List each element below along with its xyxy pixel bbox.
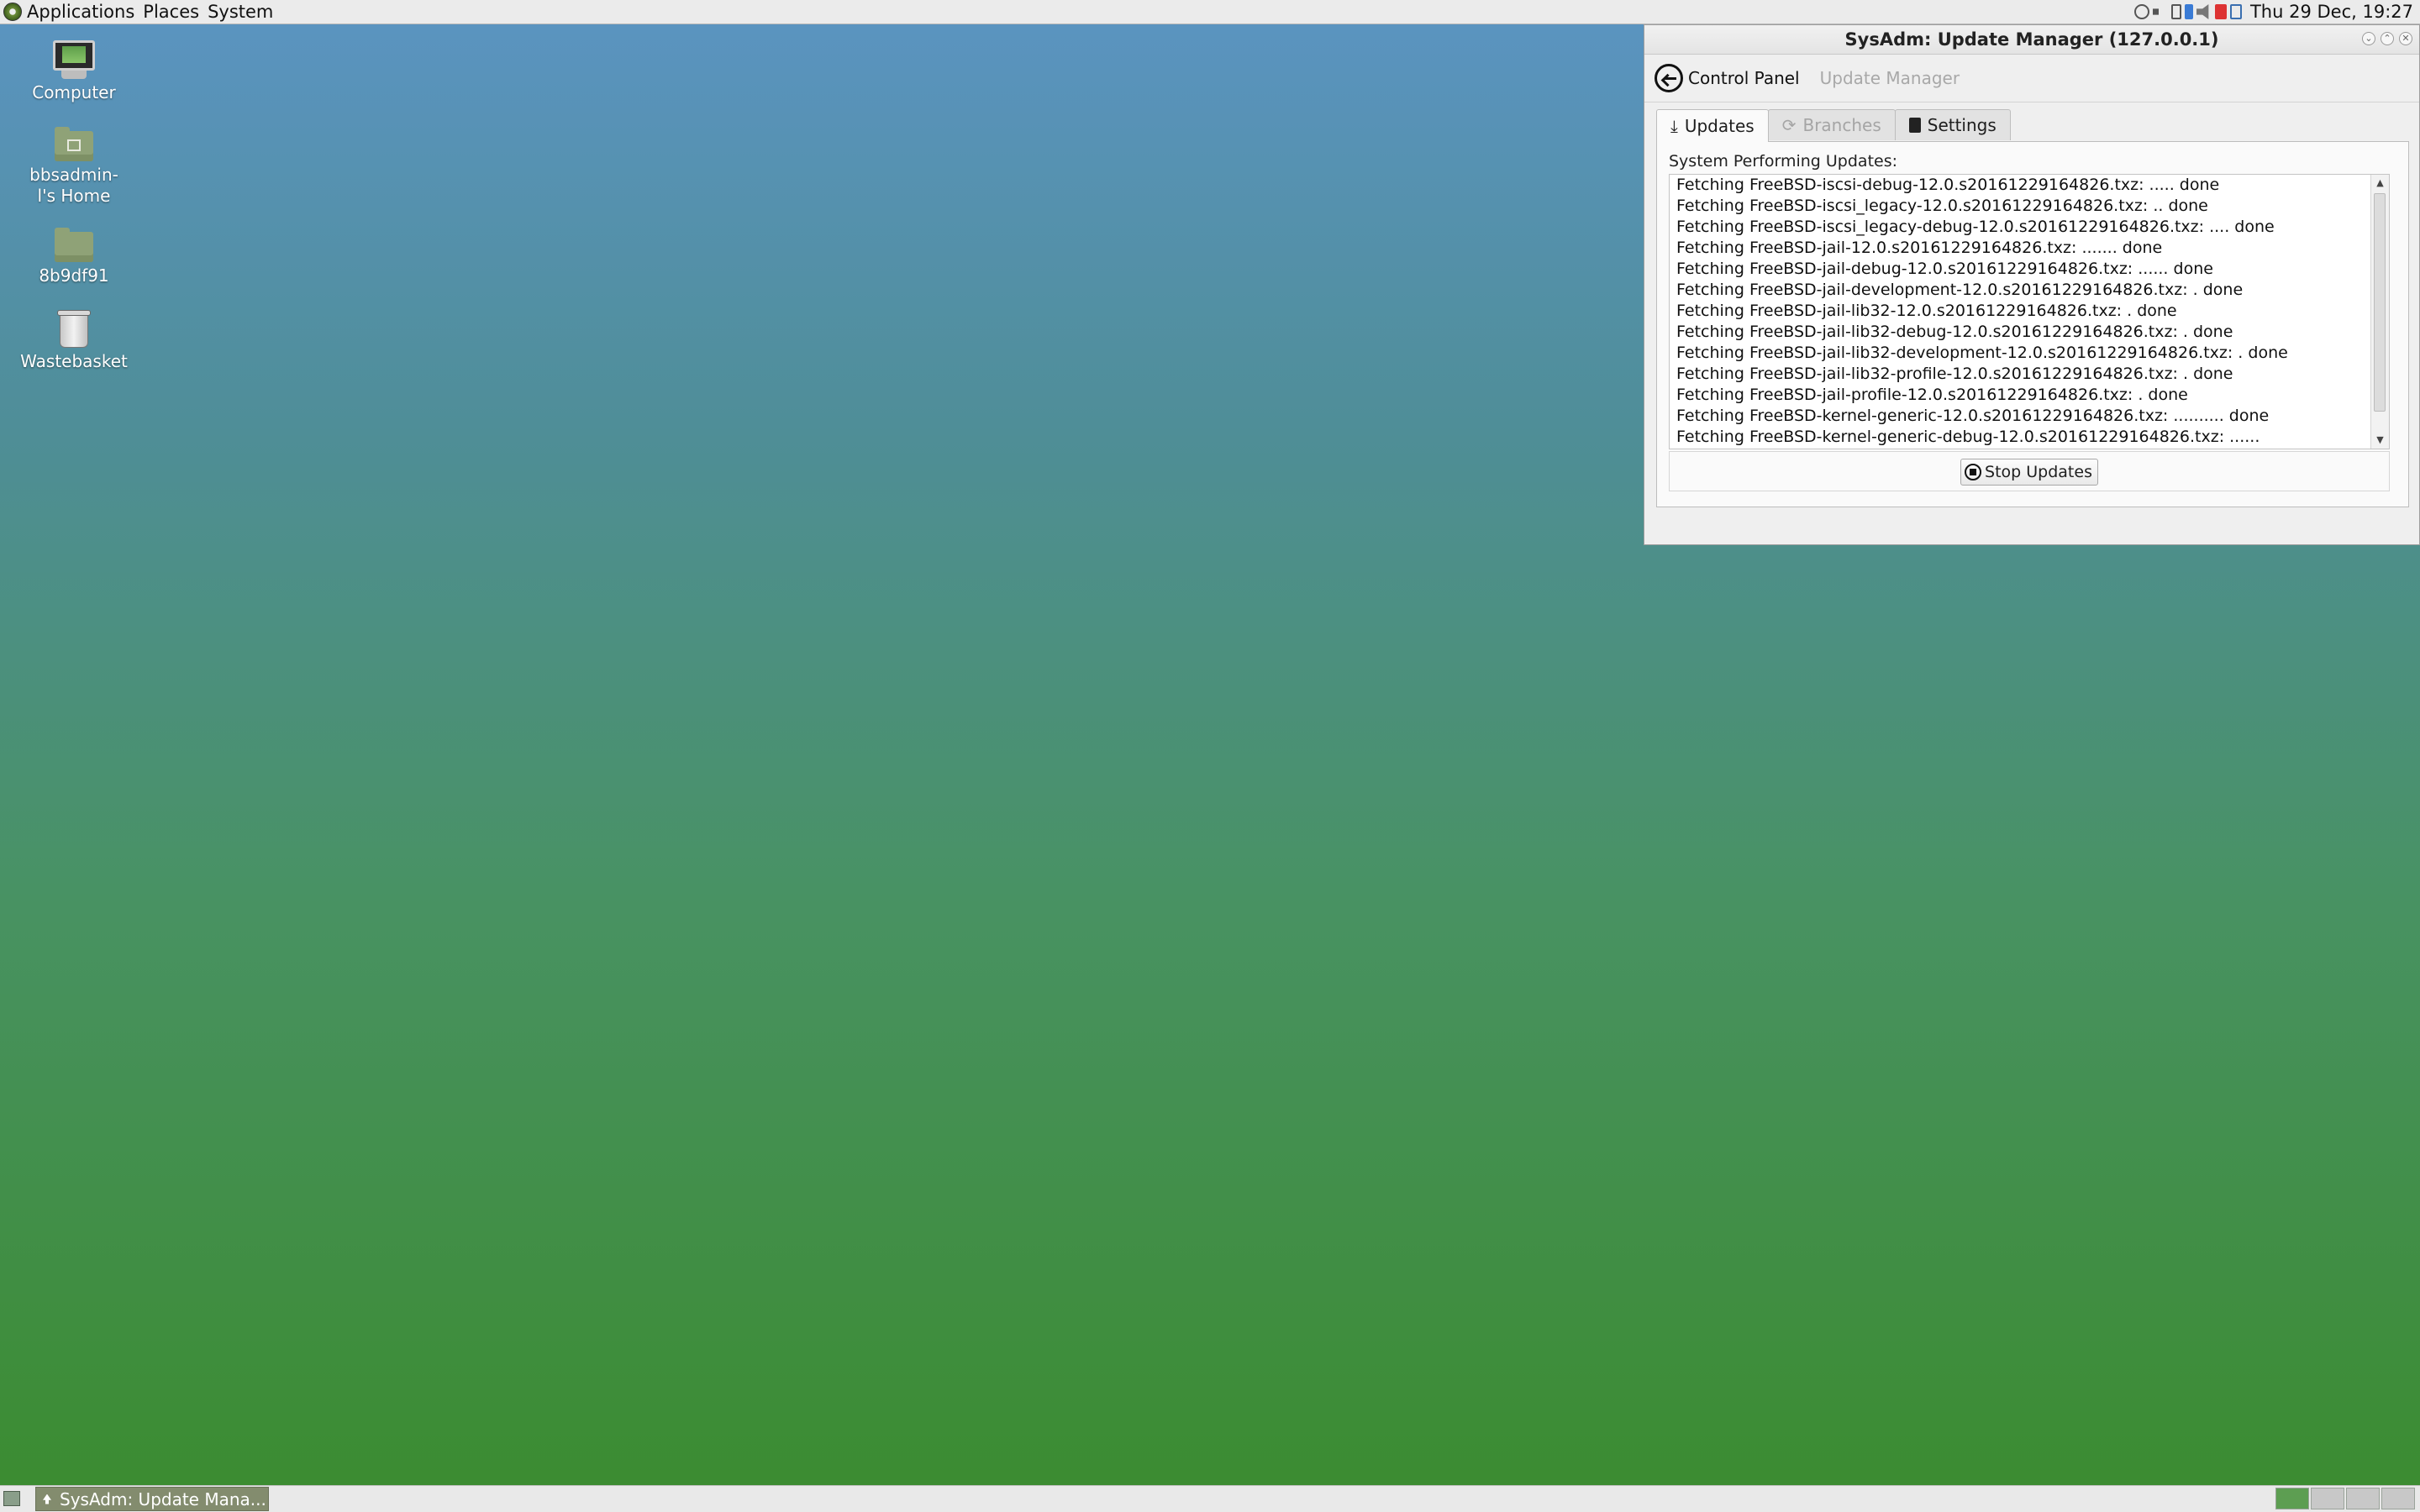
battery-icon[interactable]: [2170, 4, 2181, 19]
settings-icon: [1908, 118, 1921, 133]
tab-branches[interactable]: ⟳ Branches: [1767, 109, 1896, 140]
desktop-icon-home[interactable]: bbsadmin-l's Home: [15, 127, 133, 207]
show-desktop-icon[interactable]: [3, 1491, 20, 1506]
breadcrumb: Control Panel Update Manager: [1644, 55, 2419, 102]
download-icon: ⤓: [1670, 116, 1678, 136]
update-log[interactable]: Fetching FreeBSD-iscsi-debug-12.0.s20161…: [1669, 174, 2390, 449]
log-line: Fetching FreeBSD-jail-lib32-debug-12.0.s…: [1676, 323, 2233, 341]
volume-icon[interactable]: [2152, 4, 2165, 19]
log-line: Fetching FreeBSD-iscsi_legacy-debug-12.0…: [1676, 218, 2275, 236]
log-line: Fetching FreeBSD-iscsi_legacy-12.0.s2016…: [1676, 197, 2208, 215]
update-icon[interactable]: [2184, 4, 2193, 19]
computer-stand: [61, 71, 87, 79]
workspace-2[interactable]: [2311, 1488, 2344, 1509]
system-tray: Thu 29 Dec, 19:27: [2133, 0, 2413, 24]
desktop-icon-label: bbsadmin-l's Home: [29, 165, 118, 206]
log-line: Fetching FreeBSD-jail-lib32-12.0.s201612…: [1676, 302, 2177, 320]
log-line: Fetching FreeBSD-iscsi-debug-12.0.s20161…: [1676, 176, 2220, 194]
top-panel: Applications Places System Thu 29 Dec, 1…: [0, 0, 2420, 24]
home-folder-icon: [55, 127, 93, 161]
taskbar-item-label: SysAdm: Update Mana...: [60, 1488, 266, 1509]
update-manager-window: SysAdm: Update Manager (127.0.0.1) ⌄ ⌃ ✕…: [1644, 24, 2420, 545]
tab-bar: ⤓ Updates ⟳ Branches Settings: [1656, 109, 2409, 142]
breadcrumb-control-panel[interactable]: Control Panel: [1688, 68, 1800, 88]
log-line: Fetching FreeBSD-jail-lib32-profile-12.0…: [1676, 365, 2233, 383]
log-line: Fetching FreeBSD-jail-lib32-development-…: [1676, 344, 2288, 362]
minimize-button[interactable]: ⌄: [2362, 32, 2375, 45]
log-line: Fetching FreeBSD-jail-profile-12.0.s2016…: [1676, 386, 2188, 404]
bottom-panel: SysAdm: Update Mana...: [0, 1485, 2420, 1512]
scroll-thumb[interactable]: [2374, 193, 2386, 412]
computer-icon: [53, 40, 95, 71]
log-scrollbar[interactable]: ▲ ▼: [2370, 175, 2389, 449]
window-icon: [43, 1494, 51, 1504]
alert-icon[interactable]: [2214, 4, 2227, 19]
folder-icon: [55, 228, 93, 262]
menu-places[interactable]: Places: [143, 2, 199, 22]
scroll-down-arrow-icon[interactable]: ▼: [2371, 432, 2389, 449]
clipboard-icon[interactable]: [2229, 4, 2242, 19]
tab-label: Settings: [1927, 115, 1996, 135]
status-label: System Performing Updates:: [1669, 152, 1898, 171]
desktop-icon-folder[interactable]: 8b9df91: [15, 228, 133, 286]
workspace-switcher: [2274, 1488, 2415, 1509]
breadcrumb-current: Update Manager: [1819, 68, 1960, 88]
log-line: Fetching FreeBSD-jail-12.0.s201612291648…: [1676, 239, 2163, 257]
tab-updates[interactable]: ⤓ Updates: [1656, 109, 1769, 142]
desktop-icon-wastebasket[interactable]: Wastebasket: [15, 310, 133, 372]
tab-area: ⤓ Updates ⟳ Branches Settings System Per…: [1656, 109, 2409, 507]
trash-icon: [57, 310, 91, 348]
stop-updates-button[interactable]: Stop Updates: [1960, 459, 2098, 486]
stop-icon: [1965, 464, 1982, 480]
tab-label: Updates: [1684, 116, 1754, 136]
refresh-icon: ⟳: [1781, 115, 1797, 135]
network-icon[interactable]: [2133, 4, 2149, 19]
desktop-icon-label: Wastebasket: [20, 351, 128, 371]
log-line: Fetching FreeBSD-kernel-generic-debug-12…: [1676, 428, 2260, 446]
log-line: Fetching FreeBSD-kernel-generic-12.0.s20…: [1676, 407, 2270, 425]
workspace-1[interactable]: [2275, 1488, 2309, 1509]
desktop-icon-label: Computer: [32, 82, 116, 102]
window-title: SysAdm: Update Manager (127.0.0.1): [1844, 29, 2219, 50]
workspace-3[interactable]: [2346, 1488, 2380, 1509]
desktop-icon-label: 8b9df91: [39, 265, 109, 286]
stop-updates-label: Stop Updates: [1985, 463, 2092, 481]
actions-row: Stop Updates: [1669, 451, 2390, 491]
updates-panel: System Performing Updates: Fetching Free…: [1656, 141, 2409, 507]
scroll-up-arrow-icon[interactable]: ▲: [2371, 175, 2389, 192]
log-line: Fetching FreeBSD-jail-development-12.0.s…: [1676, 281, 2244, 299]
window-title-bar[interactable]: SysAdm: Update Manager (127.0.0.1) ⌄ ⌃ ✕: [1644, 25, 2419, 55]
workspace-4[interactable]: [2381, 1488, 2415, 1509]
tab-label: Branches: [1802, 115, 1881, 135]
desktop-icon-computer[interactable]: Computer: [15, 40, 133, 103]
tab-settings[interactable]: Settings: [1894, 109, 2011, 140]
speaker-icon[interactable]: [2196, 4, 2209, 19]
maximize-button[interactable]: ⌃: [2381, 32, 2394, 45]
taskbar-item-update-manager[interactable]: SysAdm: Update Mana...: [35, 1487, 269, 1511]
distro-logo-icon[interactable]: [3, 3, 22, 21]
log-line: Fetching FreeBSD-jail-debug-12.0.s201612…: [1676, 260, 2213, 278]
menu-applications[interactable]: Applications: [27, 2, 134, 22]
log-lines: Fetching FreeBSD-iscsi-debug-12.0.s20161…: [1676, 175, 2369, 448]
back-arrow-icon[interactable]: [1655, 64, 1683, 92]
menu-system[interactable]: System: [208, 2, 273, 22]
close-button[interactable]: ✕: [2399, 32, 2412, 45]
clock[interactable]: Thu 29 Dec, 19:27: [2250, 2, 2413, 22]
